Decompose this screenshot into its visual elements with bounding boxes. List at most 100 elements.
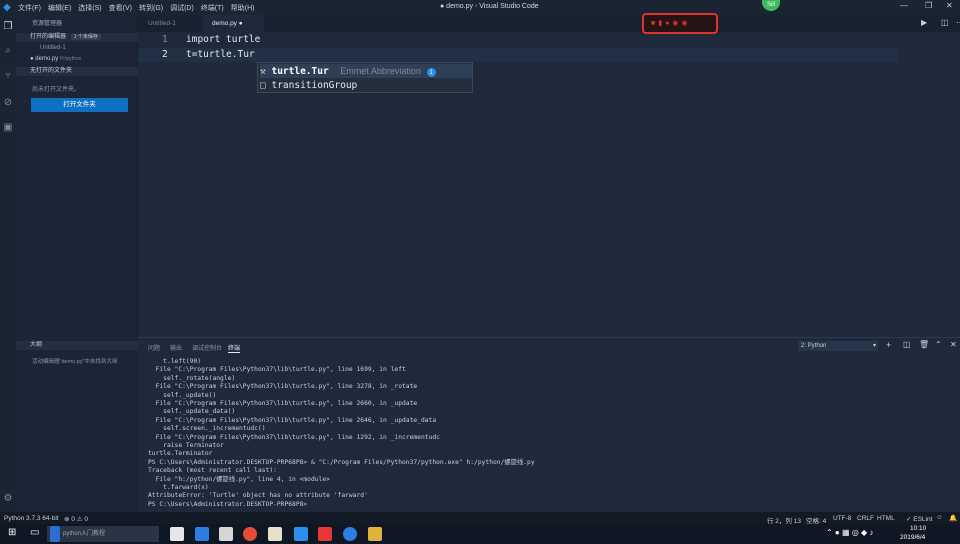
terminal-line: raise Terminator xyxy=(148,442,224,449)
minimize-icon[interactable]: — xyxy=(900,1,908,10)
maximize-icon[interactable]: ❐ xyxy=(925,1,932,10)
menu-debug[interactable]: 调试(D) xyxy=(170,3,194,13)
editor-tabs: Untitled-1 demo.py ● ▶ ◫ ⋯ xyxy=(138,15,960,32)
folder-icon[interactable] xyxy=(268,527,282,541)
suggestion-item[interactable]: □ transitionGroup xyxy=(260,79,472,93)
tray-icons[interactable]: ⌃ ● ▦ ◎ ◆ ♪ xyxy=(826,528,873,537)
tab-output[interactable]: 输出 xyxy=(170,343,182,352)
wrench-icon: ⚒ xyxy=(260,66,266,77)
menu-selection[interactable]: 选择(S) xyxy=(78,3,101,13)
menu-terminal[interactable]: 终端(T) xyxy=(201,3,224,13)
terminal-line: t.farward(x) xyxy=(148,484,209,491)
terminal-line: File "C:\Program Files\Python37\lib\turt… xyxy=(148,383,418,391)
open-editors-label: 打开的编辑器 xyxy=(30,34,67,40)
tab-untitled[interactable]: Untitled-1 xyxy=(138,15,202,32)
outline-message: 活动编辑器"demo.py"中未找到大纲 xyxy=(32,359,118,365)
store-icon[interactable] xyxy=(170,527,184,541)
terminal-line: PS C:\Users\Administrator.DESKTOP-PRP68P… xyxy=(148,500,308,508)
no-folder-header[interactable]: 无打开的文件夹 xyxy=(16,67,138,76)
no-folder-message: 尚未打开文件夹。 xyxy=(32,87,81,93)
terminal-line: File "C:\Program Files\Python37\lib\turt… xyxy=(148,433,440,441)
split-editor-icon[interactable]: ◫ xyxy=(941,18,949,27)
menu-view[interactable]: 查看(V) xyxy=(109,3,132,13)
notifications-icon[interactable]: 🔔 xyxy=(949,514,957,522)
eslint-status[interactable]: ✓ ESLint xyxy=(906,515,932,523)
end-of-line[interactable]: CRLF xyxy=(857,515,874,522)
recording-widget[interactable]: ■▮●◉◉ xyxy=(642,13,718,34)
menu-go[interactable]: 转到(G) xyxy=(139,3,163,13)
terminal-line: turtle.Terminator xyxy=(148,450,213,458)
encoding[interactable]: UTF-8 xyxy=(833,515,851,522)
unsaved-dot-icon: ● xyxy=(238,20,243,27)
chrome-icon[interactable] xyxy=(243,527,257,541)
warning-count: 0 xyxy=(84,516,88,523)
browser-icon[interactable] xyxy=(343,527,357,541)
tab-problems[interactable]: 问题 xyxy=(148,343,160,352)
open-editor-demo-label: demo.py xyxy=(35,56,59,62)
vscode-logo-icon: ◆ xyxy=(3,2,11,13)
terminal-line: self._update_data() xyxy=(148,408,236,416)
maximize-panel-icon[interactable]: ⌃ xyxy=(935,340,942,349)
suggestion-label: turtle.Tur xyxy=(271,66,329,77)
close-icon[interactable]: ✕ xyxy=(946,1,953,10)
trash-icon[interactable]: 🗑 xyxy=(919,340,929,349)
app-red-icon[interactable] xyxy=(318,527,332,541)
window-title: ● demo.py - Visual Studio Code xyxy=(440,3,539,10)
terminal-line: AttributeError: 'Turtle' object has no a… xyxy=(148,492,368,500)
extensions-icon[interactable]: ▣ xyxy=(2,122,14,134)
open-editor-untitled[interactable]: Untitled-1 xyxy=(40,45,66,51)
taskbar: ⊞ ▭ python入门教程 ⌃ ● ▦ ◎ ◆ ♪ 10:10 2019/6/… xyxy=(0,524,960,544)
terminal-select-value: 2: Python xyxy=(801,343,827,349)
explorer-icon[interactable]: ❐ xyxy=(2,21,14,33)
menu-file[interactable]: 文件(F) xyxy=(18,3,41,13)
split-terminal-icon[interactable]: ◫ xyxy=(903,340,911,349)
terminal-line: self._update() xyxy=(148,391,217,399)
source-control-icon[interactable]: ⑂ xyxy=(2,70,14,82)
menu-help[interactable]: 帮助(H) xyxy=(231,3,255,13)
problems-count[interactable]: ⊗ 0 ⚠ 0 xyxy=(64,515,88,523)
suggestion-detail: Emmet Abbreviation xyxy=(340,66,421,76)
edge-icon[interactable] xyxy=(195,527,209,541)
terminal-line: t.left(90) xyxy=(148,358,202,365)
tab-demo[interactable]: demo.py ● xyxy=(202,15,264,32)
menu-bar: 文件(F) 编辑(E) 选择(S) 查看(V) 转到(G) 调试(D) 终端(T… xyxy=(18,3,254,13)
feedback-icon[interactable]: ☺ xyxy=(936,514,943,521)
open-editors-header[interactable]: 打开的编辑器 1 个未保存 xyxy=(16,33,138,42)
open-editor-demo[interactable]: ● demo.py H:\python xyxy=(30,56,81,62)
info-icon[interactable]: i xyxy=(426,68,436,77)
run-icon[interactable]: ▶ xyxy=(921,18,927,27)
more-actions-icon[interactable]: ⋯ xyxy=(956,18,960,27)
code-line[interactable]: t=turtle.Tur xyxy=(186,49,255,60)
tab-terminal[interactable]: 终端 xyxy=(228,343,241,353)
language-mode[interactable]: HTML xyxy=(877,515,895,522)
terminal-output[interactable]: t.left(90) File "C:\Program Files\Python… xyxy=(138,358,958,513)
search-app-icon xyxy=(50,526,60,542)
debug-icon[interactable]: ⊘ xyxy=(2,97,14,109)
suggestion-item[interactable]: ⚒ turtle.Tur Emmet Abbreviation i xyxy=(260,64,472,78)
terminal-line: File "C:\Program Files\Python37\lib\turt… xyxy=(148,416,437,424)
outline-header[interactable]: 大纲 xyxy=(16,341,138,350)
file-manager-icon[interactable] xyxy=(219,527,233,541)
open-editor-demo-path: H:\python xyxy=(59,56,82,62)
app-yellow-icon[interactable] xyxy=(368,527,382,541)
error-count: 0 xyxy=(71,516,75,523)
vscode-taskbar-icon[interactable] xyxy=(294,527,308,541)
close-panel-icon[interactable]: ✕ xyxy=(950,340,957,349)
windows-start-icon[interactable]: ⊞ xyxy=(8,527,16,538)
terminal-line: self.screen._incrementudc() xyxy=(148,425,266,433)
new-terminal-icon[interactable]: + xyxy=(886,340,891,350)
status-bar: Python 3.7.3 64-bit ⊗ 0 ⚠ 0 行 2，列 13 空格:… xyxy=(0,512,960,525)
line-number: 2 xyxy=(162,49,168,60)
taskbar-search[interactable]: python入门教程 xyxy=(47,526,159,542)
menu-edit[interactable]: 编辑(E) xyxy=(48,3,71,13)
python-interpreter[interactable]: Python 3.7.3 64-bit xyxy=(4,515,59,522)
terminal-select[interactable]: 2: Python ▾ xyxy=(798,341,878,351)
task-view-icon[interactable]: ▭ xyxy=(30,527,39,538)
settings-gear-icon[interactable]: ⚙ xyxy=(2,493,14,505)
open-folder-button[interactable]: 打开文件夹 xyxy=(31,98,128,112)
taskbar-search-placeholder: python入门教程 xyxy=(63,531,106,537)
tab-debug-console[interactable]: 调试控制台 xyxy=(192,343,222,352)
code-line[interactable]: import turtle xyxy=(186,34,260,45)
search-icon[interactable]: ⌕ xyxy=(2,45,14,57)
terminal-panel: 问题 输出 调试控制台 终端 2: Python ▾ + ◫ 🗑 ⌃ ✕ t.l… xyxy=(138,337,960,512)
